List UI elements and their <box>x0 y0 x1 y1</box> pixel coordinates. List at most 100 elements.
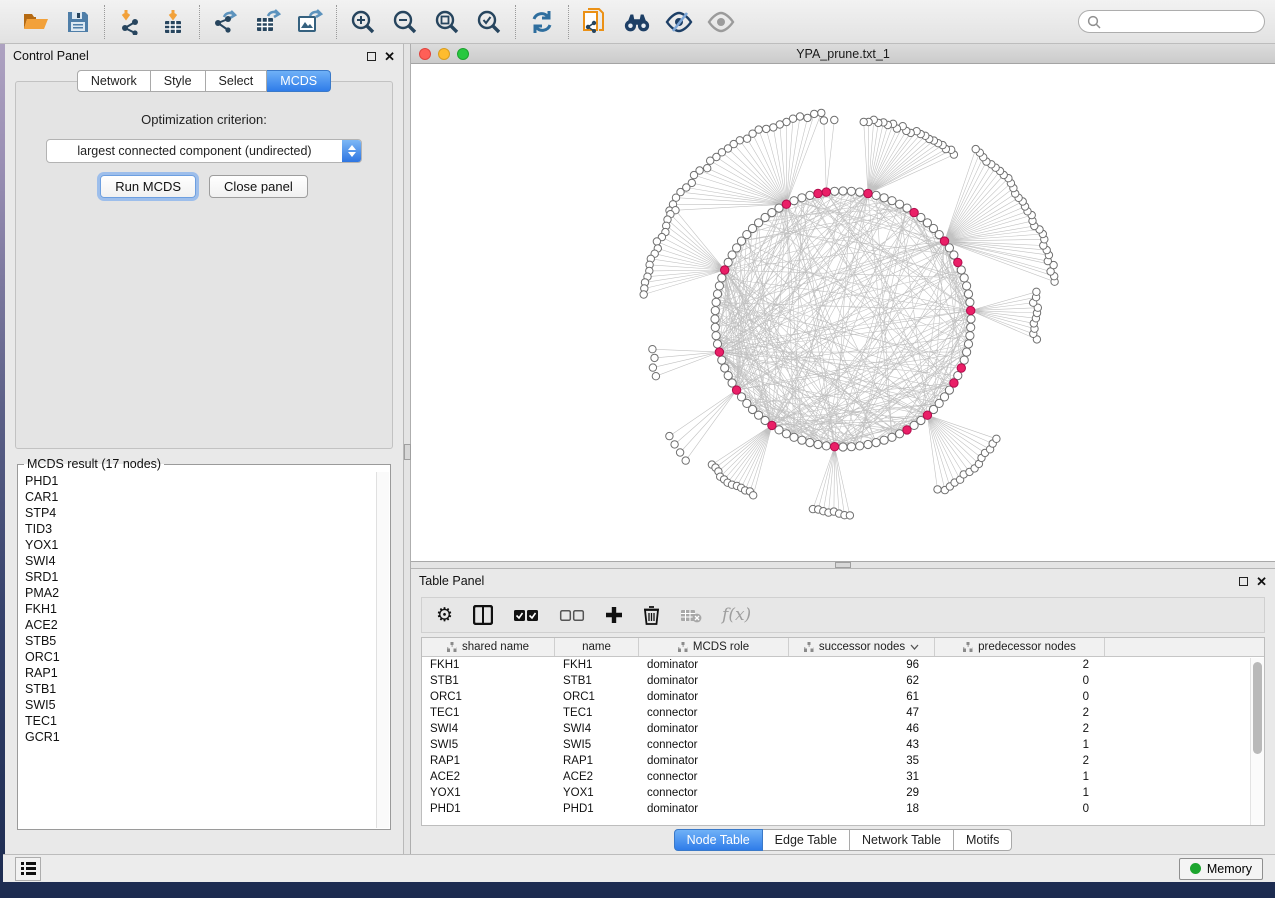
network-node[interactable] <box>967 323 975 331</box>
network-node[interactable] <box>798 436 806 444</box>
mcds-result-item[interactable]: TID3 <box>25 521 390 537</box>
mcds-network-node[interactable] <box>814 189 822 197</box>
table-cell[interactable]: ORC1 <box>555 689 639 705</box>
mcds-network-node[interactable] <box>903 426 911 434</box>
network-node[interactable] <box>671 441 678 448</box>
network-node[interactable] <box>711 323 719 331</box>
select-all-icon[interactable] <box>513 609 539 622</box>
add-column-icon[interactable] <box>605 606 623 624</box>
network-node[interactable] <box>770 124 777 131</box>
import-network-icon[interactable] <box>117 8 145 36</box>
network-node[interactable] <box>888 197 896 205</box>
table-cell[interactable]: 1 <box>935 737 1105 753</box>
table-scrollbar[interactable] <box>1250 658 1264 825</box>
table-cell[interactable]: dominator <box>639 721 789 737</box>
mcds-network-node[interactable] <box>954 258 962 266</box>
table-cell[interactable]: 18 <box>789 801 935 817</box>
network-node[interactable] <box>806 191 814 199</box>
mcds-list-scrollbar[interactable] <box>376 472 389 828</box>
network-node[interactable] <box>750 492 757 499</box>
tab-edge-table[interactable]: Edge Table <box>763 829 850 851</box>
table-cell[interactable]: 0 <box>935 689 1105 705</box>
network-node[interactable] <box>831 116 838 123</box>
network-node[interactable] <box>790 433 798 441</box>
network-node[interactable] <box>839 443 847 451</box>
mcds-result-item[interactable]: TEC1 <box>25 713 390 729</box>
table-cell[interactable]: 2 <box>935 721 1105 737</box>
network-node[interactable] <box>888 433 896 441</box>
network-node[interactable] <box>964 340 972 348</box>
clone-network-icon[interactable] <box>581 8 609 36</box>
window-minimize-icon[interactable] <box>438 48 450 60</box>
table-cell[interactable]: 2 <box>935 705 1105 721</box>
zoom-fit-icon[interactable] <box>433 8 461 36</box>
table-cell[interactable]: TEC1 <box>555 705 639 721</box>
run-mcds-button[interactable]: Run MCDS <box>100 175 196 198</box>
table-cell[interactable]: ACE2 <box>555 769 639 785</box>
mcds-result-item[interactable]: YOX1 <box>25 537 390 553</box>
network-node[interactable] <box>860 118 867 125</box>
split-view-icon[interactable] <box>473 605 493 625</box>
table-cell[interactable]: STB1 <box>555 673 639 689</box>
delete-column-icon[interactable] <box>643 605 660 625</box>
network-node[interactable] <box>712 332 720 340</box>
table-cell[interactable]: dominator <box>639 801 789 817</box>
table-row[interactable]: RAP1RAP1dominator352 <box>422 753 1264 769</box>
network-node[interactable] <box>963 348 971 356</box>
network-node[interactable] <box>804 114 811 121</box>
mcds-network-node[interactable] <box>768 421 776 429</box>
export-image-icon[interactable] <box>296 8 324 36</box>
mcds-result-item[interactable]: SWI4 <box>25 553 390 569</box>
table-row[interactable]: STB1STB1dominator620 <box>422 673 1264 689</box>
close-panel-icon[interactable]: ✕ <box>384 50 395 63</box>
float-panel-icon[interactable] <box>367 52 376 61</box>
table-cell[interactable]: RAP1 <box>555 753 639 769</box>
mcds-network-node[interactable] <box>910 208 918 216</box>
network-node[interactable] <box>960 356 968 364</box>
deselect-all-icon[interactable] <box>559 609 585 622</box>
table-cell[interactable]: 47 <box>789 705 935 721</box>
table-cell[interactable]: 43 <box>789 737 935 753</box>
network-node[interactable] <box>718 356 726 364</box>
task-history-icon[interactable] <box>15 857 41 881</box>
mcds-network-node[interactable] <box>715 348 723 356</box>
table-cell[interactable]: RAP1 <box>422 753 555 769</box>
table-cell[interactable]: 46 <box>789 721 935 737</box>
network-node[interactable] <box>811 110 818 117</box>
network-node[interactable] <box>964 290 972 298</box>
column-header-predecessor-nodes[interactable]: predecessor nodes <box>935 638 1105 656</box>
network-node[interactable] <box>640 291 647 298</box>
mcds-network-node[interactable] <box>864 189 872 197</box>
network-node[interactable] <box>847 187 855 195</box>
table-row[interactable]: ACE2ACE2connector311 <box>422 769 1264 785</box>
network-node[interactable] <box>818 109 825 116</box>
mcds-result-item[interactable]: STP4 <box>25 505 390 521</box>
refresh-icon[interactable] <box>528 8 556 36</box>
network-node[interactable] <box>831 187 839 195</box>
table-cell[interactable]: 2 <box>935 657 1105 673</box>
table-cell[interactable]: YOX1 <box>422 785 555 801</box>
scrollbar-thumb[interactable] <box>1253 662 1262 754</box>
network-node[interactable] <box>690 171 697 178</box>
open-session-icon[interactable] <box>22 8 50 36</box>
table-row[interactable]: TEC1TEC1connector472 <box>422 705 1264 721</box>
table-cell[interactable]: FKH1 <box>555 657 639 673</box>
table-cell[interactable]: 0 <box>935 801 1105 817</box>
table-cell[interactable]: SWI5 <box>555 737 639 753</box>
mcds-result-item[interactable]: STB5 <box>25 633 390 649</box>
network-node[interactable] <box>839 187 847 195</box>
network-node[interactable] <box>707 157 714 164</box>
tab-mcds[interactable]: MCDS <box>267 70 331 92</box>
network-node[interactable] <box>651 354 658 361</box>
mcds-network-node[interactable] <box>732 386 740 394</box>
hide-selected-icon[interactable] <box>665 8 693 36</box>
network-node[interactable] <box>957 266 965 274</box>
mcds-result-item[interactable]: STB1 <box>25 681 390 697</box>
table-cell[interactable]: STB1 <box>422 673 555 689</box>
table-row[interactable]: SWI5SWI5connector431 <box>422 737 1264 753</box>
table-cell[interactable]: TEC1 <box>422 705 555 721</box>
network-node[interactable] <box>782 430 790 438</box>
table-cell[interactable]: dominator <box>639 753 789 769</box>
search-input[interactable] <box>1101 15 1256 29</box>
network-node[interactable] <box>724 372 732 380</box>
